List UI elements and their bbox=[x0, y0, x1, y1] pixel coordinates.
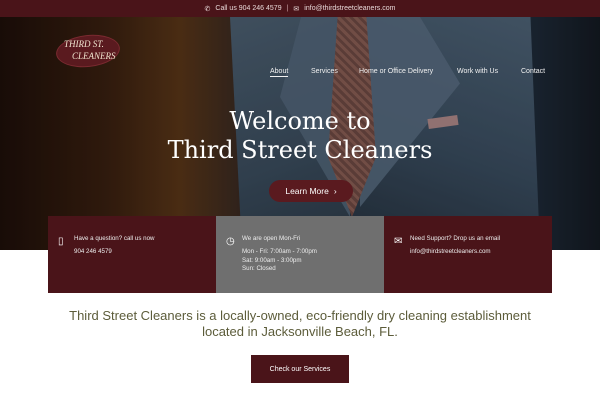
info-support-email[interactable]: info@thirdstreetcleaners.com bbox=[410, 248, 491, 257]
learn-more-button[interactable]: Learn More › bbox=[269, 180, 353, 202]
site-logo[interactable]: THIRD ST. CLEANERS bbox=[54, 31, 122, 71]
nav-item-contact[interactable]: Contact bbox=[521, 68, 545, 75]
info-hours-title: We are open Mon-Fri bbox=[242, 235, 301, 242]
envelope-icon: ✉ bbox=[394, 236, 403, 247]
logo-text-line2: CLEANERS bbox=[72, 51, 116, 61]
info-call-phone[interactable]: 904 246 4579 bbox=[74, 248, 112, 257]
info-box-support: ✉ Need Support? Drop us an email info@th… bbox=[384, 216, 552, 293]
hero-title-line1: Welcome to bbox=[229, 107, 371, 135]
nav-item-services[interactable]: Services bbox=[311, 68, 338, 75]
tagline-line2: located in Jacksonville Beach, FL. bbox=[202, 324, 398, 339]
info-hours-saturday: Sat: 9:00am - 3:00pm bbox=[242, 256, 302, 264]
info-call-title: Have a question? call us now bbox=[74, 235, 155, 242]
mobile-phone-icon: ▯ bbox=[58, 236, 64, 247]
info-box-hours: ◷ We are open Mon-Fri Mon - Fri: 7:00am … bbox=[216, 216, 384, 293]
info-box-call: ▯ Have a question? call us now 904 246 4… bbox=[48, 216, 216, 293]
tagline: Third Street Cleaners is a locally-owned… bbox=[40, 308, 560, 340]
clock-icon: ◷ bbox=[226, 236, 235, 247]
nav-item-about[interactable]: About bbox=[270, 68, 289, 77]
topbar-phone-link[interactable]: Call us 904 246 4579 bbox=[215, 5, 281, 12]
info-bar: ▯ Have a question? call us now 904 246 4… bbox=[48, 216, 552, 293]
info-hours-sunday: Sun: Closed bbox=[242, 265, 276, 272]
hero-title: Welcome to Third Street Cleaners bbox=[0, 107, 600, 165]
main-nav: About Services Home or Office Delivery W… bbox=[0, 68, 600, 80]
info-hours-weekday: Mon - Fri: 7:00am - 7:00pm bbox=[242, 248, 317, 255]
chevron-right-icon: › bbox=[333, 186, 337, 196]
phone-icon: ✆ bbox=[204, 5, 211, 13]
top-contact-bar: ✆ Call us 904 246 4579 | ✉ info@thirdstr… bbox=[0, 0, 600, 17]
learn-more-label: Learn More bbox=[285, 186, 329, 196]
topbar-separator: | bbox=[286, 5, 289, 12]
topbar-email-link[interactable]: info@thirdstreetcleaners.com bbox=[304, 5, 395, 12]
hero-title-line2: Third Street Cleaners bbox=[167, 136, 433, 164]
tagline-line1: Third Street Cleaners is a locally-owned… bbox=[69, 308, 531, 323]
envelope-icon: ✉ bbox=[293, 5, 300, 13]
logo-text-line1: THIRD ST. bbox=[64, 39, 104, 49]
check-services-button[interactable]: Check our Services bbox=[251, 355, 349, 383]
nav-item-delivery[interactable]: Home or Office Delivery bbox=[359, 68, 433, 75]
nav-item-work-with-us[interactable]: Work with Us bbox=[457, 68, 498, 75]
info-support-title: Need Support? Drop us an email bbox=[410, 235, 501, 242]
